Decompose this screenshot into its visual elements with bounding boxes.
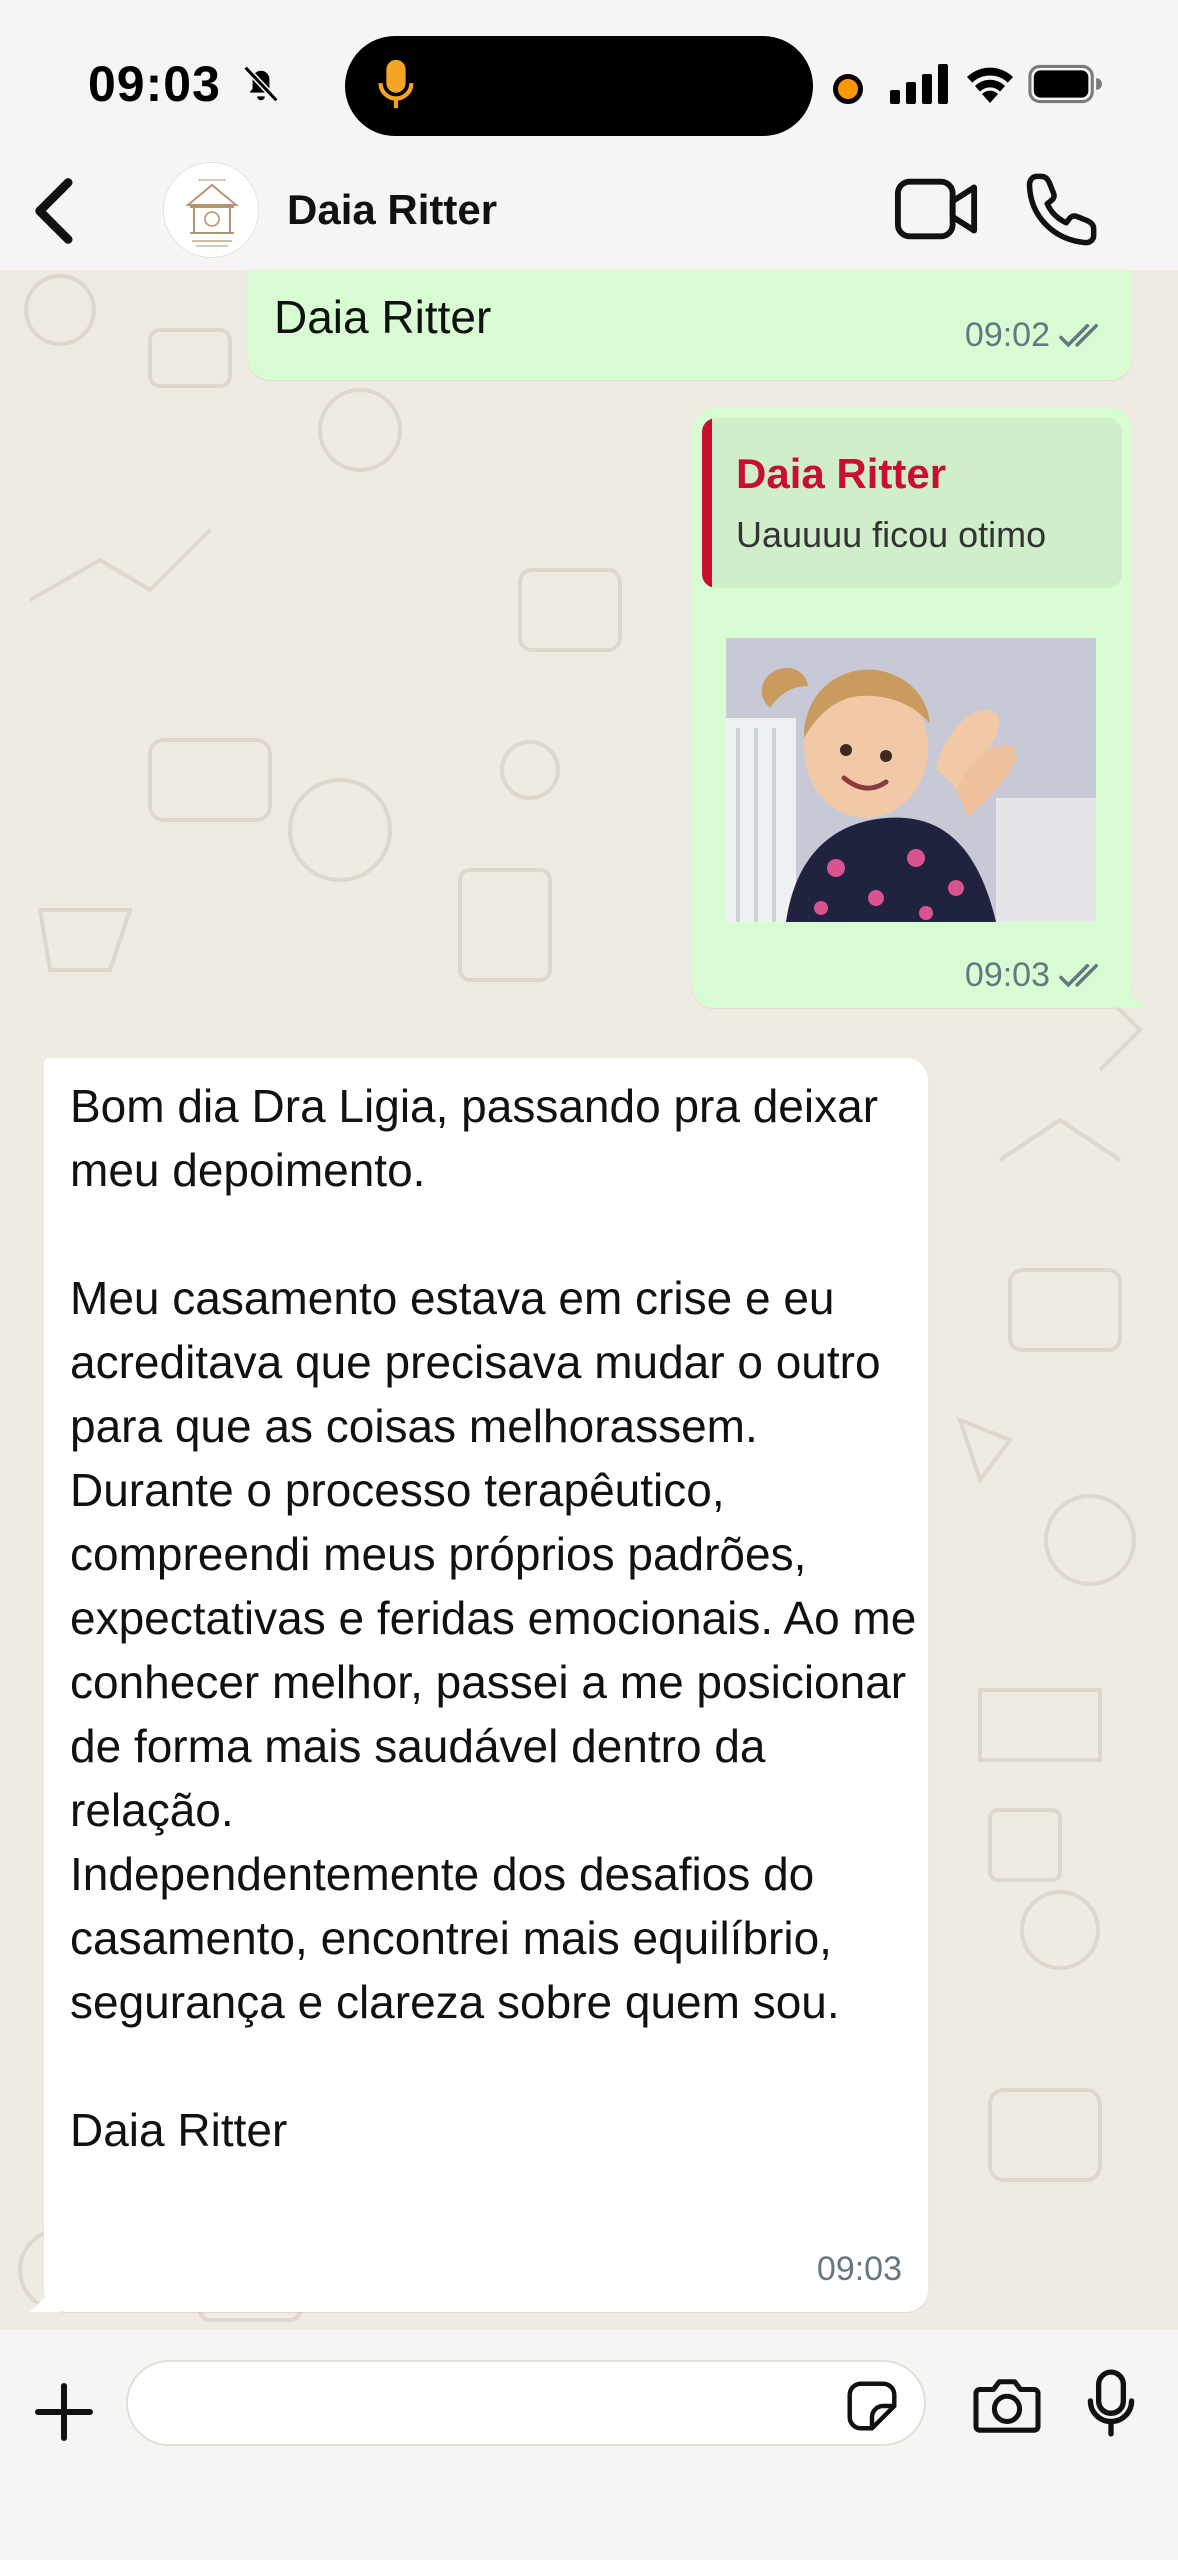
outgoing-reply-message[interactable]: Daia Ritter Uauuuu ficou otimo 09:03 bbox=[692, 408, 1132, 1008]
camera-icon[interactable] bbox=[972, 2374, 1042, 2436]
message-time: 09:03 bbox=[816, 2250, 902, 2288]
avatar[interactable] bbox=[163, 162, 259, 258]
message-time: 09:02 bbox=[964, 316, 1050, 354]
status-time: 09:03 bbox=[88, 56, 221, 112]
quote-author: Daia Ritter bbox=[736, 450, 947, 497]
sticker-image[interactable] bbox=[726, 638, 1096, 922]
wifi-icon bbox=[967, 67, 1013, 103]
orange-dot-indicator bbox=[833, 74, 863, 104]
composer-bar bbox=[0, 2330, 1178, 2560]
outgoing-message[interactable]: Daia Ritter 09:02 bbox=[248, 270, 1132, 380]
double-check-icon bbox=[1059, 963, 1098, 987]
plus-icon[interactable] bbox=[34, 2382, 94, 2442]
message-meta: 09:03 bbox=[817, 2250, 902, 2289]
chat-area[interactable]: Daia Ritter 09:02 Daia Ritter Uauuuu fic… bbox=[0, 270, 1178, 2330]
quote-text: Uauuuu ficou otimo bbox=[736, 514, 1047, 555]
message-text: Bom dia Dra Ligia, passando pra deixar m… bbox=[70, 1080, 917, 2156]
incoming-message[interactable]: Bom dia Dra Ligia, passando pra deixar m… bbox=[44, 1058, 928, 2312]
quoted-message[interactable]: Daia Ritter Uauuuu ficou otimo bbox=[702, 418, 1122, 588]
logo-image bbox=[164, 163, 258, 257]
quote-accent-bar bbox=[702, 418, 712, 588]
battery-icon bbox=[1028, 64, 1102, 104]
double-check-icon bbox=[1059, 323, 1098, 347]
cellular-signal-icon bbox=[890, 64, 948, 104]
video-camera-icon[interactable] bbox=[894, 174, 980, 244]
phone-icon[interactable] bbox=[1024, 170, 1100, 246]
bell-slash-icon bbox=[243, 65, 279, 103]
status-bar: 09:03 bbox=[0, 0, 1178, 170]
child-clapping-image bbox=[726, 638, 1096, 922]
message-text: Daia Ritter bbox=[274, 291, 492, 343]
message-input-field[interactable] bbox=[126, 2360, 926, 2446]
sticker-icon[interactable] bbox=[846, 2380, 898, 2432]
message-meta: 09:02 bbox=[965, 316, 1108, 355]
microphone-icon[interactable] bbox=[1086, 2368, 1136, 2438]
microphone-icon bbox=[378, 59, 414, 109]
message-input[interactable] bbox=[158, 2372, 818, 2434]
message-meta: 09:03 bbox=[965, 956, 1108, 995]
chevron-left-icon[interactable] bbox=[28, 176, 82, 246]
message-time: 09:03 bbox=[964, 956, 1050, 994]
contact-name[interactable]: Daia Ritter bbox=[287, 186, 497, 234]
chat-header: Daia Ritter bbox=[0, 150, 1178, 270]
